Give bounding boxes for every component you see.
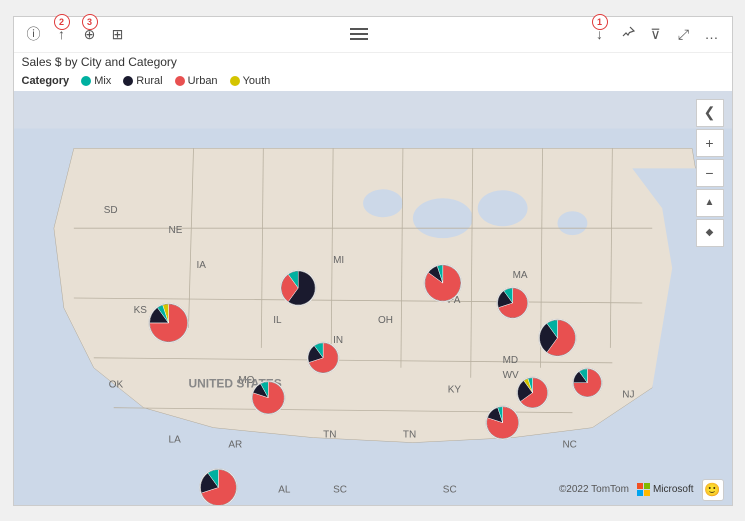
toolbar: ⓘ 2 ↑ 3 ⊕ ⊞ 1 ↓ [14,17,732,53]
download-button[interactable]: 1 ↓ [588,22,612,46]
hamburger-line1 [350,28,368,30]
copyright-text: ©2022 TomTom [559,484,629,495]
back-icon: ❮ [704,104,716,121]
legend-item-rural: Rural [123,75,162,87]
chart-title: Sales $ by City and Category [14,53,732,73]
category-label: Category [22,75,70,87]
legend-text-mix: Mix [94,75,111,87]
more-icon: … [705,26,719,42]
pie-layer [14,91,732,505]
num1-badge: 1 [592,14,608,30]
legend-dot-rural [123,76,133,86]
north-icon: ▲ [705,197,715,208]
pin-icon [621,26,635,43]
ms-square-blue [637,490,643,496]
map-back-button[interactable]: ❮ [696,99,724,127]
map-controls: ❮ + − ▲ ◆ [696,99,724,247]
info-icon: ⓘ [27,24,41,44]
expand-icon: ⊞ [112,26,124,43]
legend-dot-youth [230,76,240,86]
ms-label: Microsoft [653,484,694,495]
ms-squares [637,483,650,496]
hamburger-menu[interactable] [350,28,368,40]
locate-button[interactable]: ◆ [696,219,724,247]
more-button[interactable]: … [700,22,724,46]
legend-text-rural: Rural [136,75,162,87]
back-up-button[interactable]: 2 ↑ [50,22,74,46]
num2-badge: 2 [54,14,70,30]
microsoft-logo: Microsoft [637,483,694,496]
filter-button[interactable]: ⊽ [644,22,668,46]
pin-button[interactable] [616,22,640,46]
info-button[interactable]: ⓘ [22,22,46,46]
toolbar-right: 1 ↓ ⊽ ⤢ … [588,22,724,46]
fullscreen-button[interactable]: ⤢ [672,22,696,46]
ms-square-red [637,483,643,489]
widget-container: ⓘ 2 ↑ 3 ⊕ ⊞ 1 ↓ [13,16,733,506]
title-text: Sales $ by City and Category [22,55,177,69]
north-button[interactable]: ▲ [696,189,724,217]
filter-icon: ⊽ [650,26,660,43]
map-area[interactable]: SD NE KS OK IA IL IN OH PA MI MA WV KY T… [14,91,732,505]
focus-button[interactable]: 3 ⊕ [78,22,102,46]
legend-dot-urban [175,76,185,86]
hamburger-line2 [350,33,368,35]
ms-square-yellow [644,490,650,496]
ms-square-green [644,483,650,489]
legend-text-urban: Urban [188,75,218,87]
expand-button[interactable]: ⊞ [106,22,130,46]
zoom-out-icon: − [705,165,713,181]
toolbar-left: ⓘ 2 ↑ 3 ⊕ ⊞ [22,22,130,46]
legend-dot-mix [81,76,91,86]
smiley-icon: 🙂 [704,482,720,498]
fullscreen-icon: ⤢ [678,26,689,43]
hamburger-line3 [350,38,368,40]
map-bottom-bar: ©2022 TomTom Microsoft 🙂 [559,479,724,501]
legend-item-youth: Youth [230,75,271,87]
zoom-in-icon: + [705,135,713,151]
legend-item-urban: Urban [175,75,218,87]
zoom-in-button[interactable]: + [696,129,724,157]
legend-item-mix: Mix [81,75,111,87]
num3-badge: 3 [82,14,98,30]
locate-icon: ◆ [706,227,714,238]
legend-text-youth: Youth [243,75,271,87]
feedback-button[interactable]: 🙂 [702,479,724,501]
zoom-out-button[interactable]: − [696,159,724,187]
legend-bar: Category Mix Rural Urban Youth [14,73,732,91]
toolbar-center [350,28,368,40]
